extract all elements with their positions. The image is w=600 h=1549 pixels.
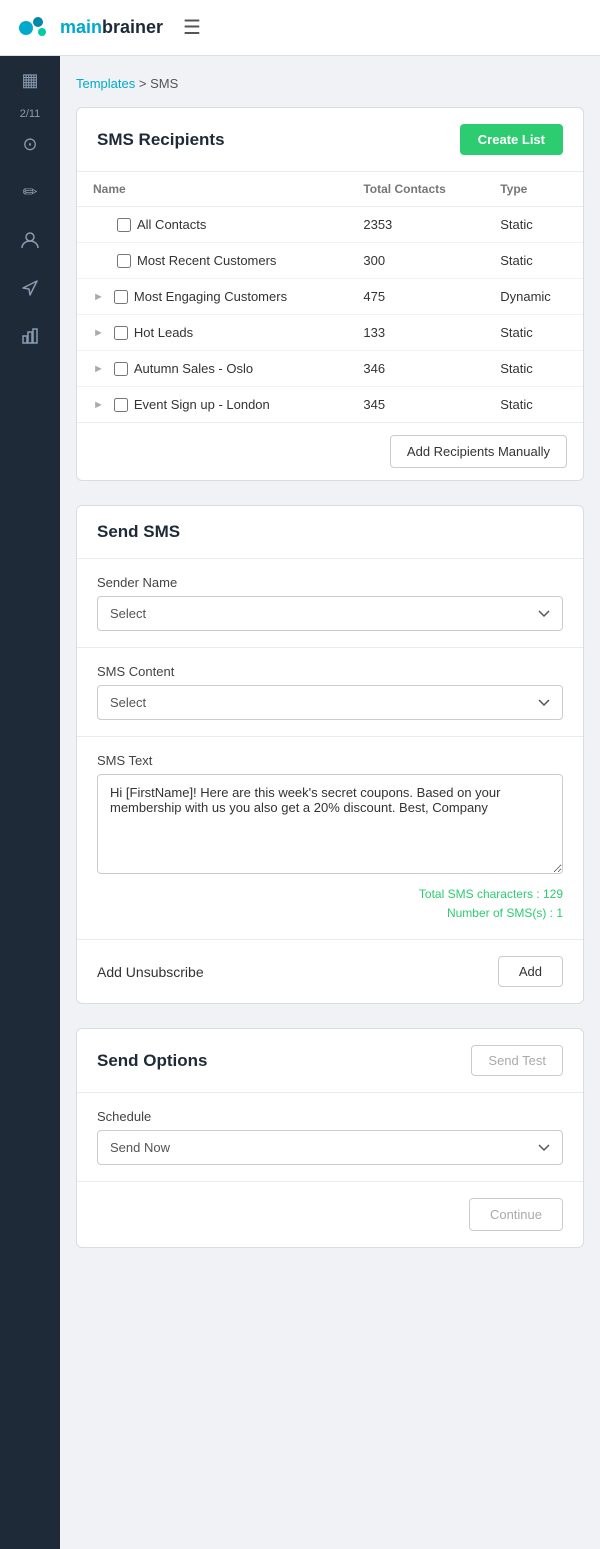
sms-chars-stat: Total SMS characters : 129: [97, 885, 563, 904]
breadcrumb-current: SMS: [150, 76, 178, 91]
row-type-cell: Static: [484, 243, 583, 279]
sms-content-label: SMS Content: [97, 664, 563, 679]
add-unsubscribe-button[interactable]: Add: [498, 956, 563, 987]
row-name-cell: ► Event Sign up - London: [77, 387, 347, 423]
sender-name-label: Sender Name: [97, 575, 563, 590]
row-expander-icon[interactable]: ►: [93, 399, 104, 411]
col-name: Name: [77, 172, 347, 207]
sidebar-icon-edit[interactable]: ✏: [0, 168, 60, 216]
row-type-cell: Static: [484, 207, 583, 243]
row-expander-icon[interactable]: ►: [93, 363, 104, 375]
sms-stats: Total SMS characters : 129 Number of SMS…: [97, 885, 563, 923]
row-type-cell: Static: [484, 387, 583, 423]
row-name-text: All Contacts: [137, 217, 206, 232]
sms-content-section: SMS Content Select: [77, 648, 583, 737]
sender-name-section: Sender Name Select: [77, 559, 583, 648]
col-contacts: Total Contacts: [347, 172, 484, 207]
schedule-select[interactable]: Send Now Schedule Later: [97, 1130, 563, 1165]
continue-row: Continue: [77, 1182, 583, 1247]
row-checkbox[interactable]: [114, 398, 128, 412]
row-name-text: Event Sign up - London: [134, 397, 270, 412]
send-sms-header: Send SMS: [77, 506, 583, 559]
row-name-cell: ► Hot Leads: [77, 315, 347, 351]
sidebar: ▦ 2/11 ⊙ ✏: [0, 0, 60, 1549]
row-contacts-cell: 2353: [347, 207, 484, 243]
breadcrumb-parent[interactable]: Templates: [76, 76, 135, 91]
row-name-cell: Most Recent Customers: [77, 243, 347, 279]
sms-text-area[interactable]: Hi [FirstName]! Here are this week's sec…: [97, 774, 563, 874]
row-name-text: Hot Leads: [134, 325, 193, 340]
recipients-title: SMS Recipients: [97, 130, 225, 150]
row-contacts-cell: 133: [347, 315, 484, 351]
continue-button[interactable]: Continue: [469, 1198, 563, 1231]
row-contacts-cell: 346: [347, 351, 484, 387]
row-name-cell: ► Autumn Sales - Oslo: [77, 351, 347, 387]
row-type-cell: Static: [484, 315, 583, 351]
breadcrumb-separator: >: [139, 76, 150, 91]
table-row: ► Hot Leads 133Static: [77, 315, 583, 351]
logo: mainbrainer ☰: [16, 10, 201, 46]
row-checkbox[interactable]: [117, 254, 131, 268]
row-expander-icon[interactable]: ►: [93, 291, 104, 303]
table-row: Most Recent Customers 300Static: [77, 243, 583, 279]
sidebar-step: 2/11: [20, 108, 41, 120]
row-type-cell: Static: [484, 351, 583, 387]
sidebar-icon-send[interactable]: [0, 264, 60, 312]
row-name-cell: All Contacts: [77, 207, 347, 243]
sidebar-icon-contacts[interactable]: [0, 216, 60, 264]
row-name-text: Most Recent Customers: [137, 253, 276, 268]
row-type-cell: Dynamic: [484, 279, 583, 315]
send-options-title: Send Options: [97, 1051, 208, 1071]
row-checkbox[interactable]: [114, 326, 128, 340]
sms-content-select[interactable]: Select: [97, 685, 563, 720]
row-checkbox[interactable]: [117, 218, 131, 232]
send-sms-card: Send SMS Sender Name Select SMS Content …: [76, 505, 584, 1004]
logo-text: mainbrainer: [60, 17, 163, 38]
sender-name-select[interactable]: Select: [97, 596, 563, 631]
hamburger-icon[interactable]: ☰: [183, 15, 201, 40]
row-name-text: Most Engaging Customers: [134, 289, 287, 304]
add-recipients-button[interactable]: Add Recipients Manually: [390, 435, 567, 468]
unsubscribe-row: Add Unsubscribe Add: [77, 940, 583, 1003]
main-content: Templates > SMS SMS Recipients Create Li…: [60, 56, 600, 1549]
logo-icon: [16, 10, 52, 46]
row-name-text: Autumn Sales - Oslo: [134, 361, 253, 376]
col-type: Type: [484, 172, 583, 207]
send-sms-title: Send SMS: [97, 522, 180, 542]
row-checkbox[interactable]: [114, 290, 128, 304]
send-options-card: Send Options Send Test Schedule Send Now…: [76, 1028, 584, 1248]
row-contacts-cell: 345: [347, 387, 484, 423]
row-expander-icon[interactable]: ►: [93, 327, 104, 339]
sidebar-icon-dashboard[interactable]: ▦: [0, 56, 60, 104]
recipients-card: SMS Recipients Create List Name Total Co…: [76, 107, 584, 481]
breadcrumb: Templates > SMS: [76, 76, 584, 91]
table-row: All Contacts 2353Static: [77, 207, 583, 243]
send-options-header: Send Options Send Test: [77, 1029, 583, 1093]
add-recipients-row: Add Recipients Manually: [77, 422, 583, 480]
send-test-button[interactable]: Send Test: [471, 1045, 563, 1076]
row-contacts-cell: 300: [347, 243, 484, 279]
table-row: ► Autumn Sales - Oslo 346Static: [77, 351, 583, 387]
sidebar-icon-chart[interactable]: [0, 312, 60, 360]
table-row: ► Most Engaging Customers 475Dynamic: [77, 279, 583, 315]
create-list-button[interactable]: Create List: [460, 124, 563, 155]
row-checkbox[interactable]: [114, 362, 128, 376]
row-contacts-cell: 475: [347, 279, 484, 315]
topnav: mainbrainer ☰: [0, 0, 600, 56]
schedule-section: Schedule Send Now Schedule Later: [77, 1093, 583, 1182]
recipients-card-header: SMS Recipients Create List: [77, 108, 583, 172]
schedule-label: Schedule: [97, 1109, 563, 1124]
sms-count-stat: Number of SMS(s) : 1: [97, 904, 563, 923]
sidebar-icon-analytics[interactable]: ⊙: [0, 120, 60, 168]
unsubscribe-label: Add Unsubscribe: [97, 964, 204, 980]
table-row: ► Event Sign up - London 345Static: [77, 387, 583, 423]
recipients-table: Name Total Contacts Type All Contacts 23…: [77, 172, 583, 422]
sms-text-section: SMS Text Hi [FirstName]! Here are this w…: [77, 737, 583, 940]
sms-text-label: SMS Text: [97, 753, 563, 768]
row-name-cell: ► Most Engaging Customers: [77, 279, 347, 315]
